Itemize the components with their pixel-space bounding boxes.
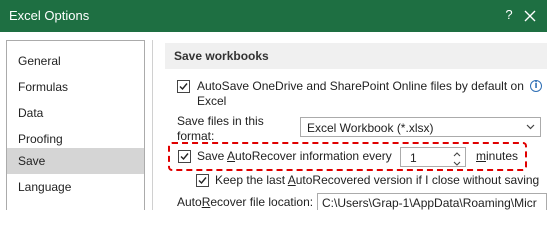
format-label-line2: format: (177, 129, 215, 143)
section-header: Save workbooks (165, 43, 547, 69)
save-format-value: Excel Workbook (*.xlsx) (307, 121, 434, 135)
autosave-label-line2: Excel (197, 94, 227, 108)
keep-last-checkbox[interactable] (196, 174, 209, 187)
autosave-checkbox[interactable] (177, 80, 190, 93)
minutes-unit-label: minutes (476, 149, 519, 163)
checkmark-icon (179, 83, 188, 91)
autosave-label: AutoSave OneDrive and SharePoint Online … (197, 79, 524, 93)
chevron-down-icon (526, 124, 535, 130)
checkmark-icon (198, 177, 207, 185)
nav-item-language[interactable]: Language (7, 174, 144, 200)
info-icon[interactable]: i (530, 80, 542, 92)
section-title: Save workbooks (174, 49, 269, 63)
chevron-down-icon (453, 161, 461, 166)
minutes-value: 1 (410, 151, 417, 165)
autorecover-checkbox[interactable] (178, 150, 191, 163)
save-format-select[interactable]: Excel Workbook (*.xlsx) (300, 117, 541, 137)
close-icon (524, 10, 536, 22)
keep-last-label: Keep the last AutoRecovered version if I… (215, 173, 540, 187)
panel-divider (152, 40, 153, 210)
close-button[interactable] (519, 5, 541, 27)
checkmark-icon (180, 153, 189, 161)
file-location-input[interactable]: C:\Users\Grap-1\AppData\Roaming\Micr (317, 193, 547, 210)
autorecover-minutes-stepper[interactable]: 1 (400, 147, 466, 167)
file-location-value: C:\Users\Grap-1\AppData\Roaming\Micr (322, 196, 537, 210)
stepper-up-button[interactable] (451, 148, 463, 157)
nav-item-data[interactable]: Data (7, 100, 144, 126)
options-nav: General Formulas Data Proofing Save Lang… (6, 40, 145, 210)
autorecover-label: Save AutoRecover information every (197, 149, 392, 163)
help-button[interactable]: ? (501, 7, 517, 25)
nav-item-general[interactable]: General (7, 48, 144, 74)
nav-item-formulas[interactable]: Formulas (7, 74, 144, 100)
nav-item-save[interactable]: Save (7, 148, 144, 174)
stepper-down-button[interactable] (451, 157, 463, 166)
title-bar: Excel Options ? (0, 0, 547, 32)
format-label: Save files in this (177, 114, 264, 128)
file-location-label: AutoRecover file location: (177, 195, 314, 209)
window-title: Excel Options (9, 8, 90, 23)
